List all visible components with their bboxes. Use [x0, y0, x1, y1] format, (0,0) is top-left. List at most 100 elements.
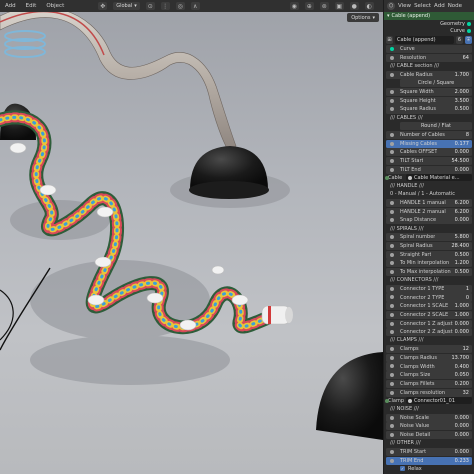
input-field[interactable]: Square Width 2.000 — [386, 87, 472, 97]
input-socket-icon[interactable] — [390, 355, 394, 360]
menu-select[interactable]: Select — [414, 3, 431, 9]
input-field[interactable]: Connector 1 SCALE 1.000 — [386, 302, 472, 311]
input-socket-icon[interactable] — [390, 449, 394, 454]
input-socket-icon[interactable] — [390, 347, 394, 352]
input-field[interactable]: Connector 2 TYPE 0 — [386, 293, 472, 302]
visibility-icon[interactable]: ◉ — [289, 2, 299, 10]
input-field[interactable]: Cable Radius 1.700 — [386, 70, 472, 79]
input-field[interactable]: TRIM End 0.233 — [386, 456, 472, 465]
snap-target-icon[interactable]: ⋮ — [160, 2, 170, 10]
input-field[interactable]: Number of Cables 8 — [386, 130, 472, 140]
menu-add[interactable]: Add — [434, 3, 445, 9]
input-socket-icon[interactable] — [390, 432, 394, 437]
geometry-socket-icon[interactable] — [467, 21, 471, 26]
gizmo-icon[interactable]: ⊕ — [304, 2, 314, 10]
input-field[interactable]: Clamps Size 0.050 — [386, 371, 472, 380]
input-socket-icon[interactable] — [390, 295, 394, 300]
input-field[interactable]: Connector 1 TYPE 1 — [386, 284, 472, 293]
input-field[interactable]: Connector 1 Z adjust 0.000 — [386, 319, 472, 328]
input-socket-icon[interactable] — [390, 107, 394, 112]
input-socket-icon[interactable] — [390, 200, 394, 205]
input-field[interactable]: Noise Scale 0.000 — [386, 413, 472, 422]
input-socket-icon[interactable] — [390, 209, 394, 214]
input-socket-icon[interactable] — [390, 218, 394, 223]
input-socket-icon[interactable] — [390, 141, 394, 146]
transform-pivot-icon[interactable]: ✥ — [98, 2, 108, 10]
input-socket-icon[interactable] — [390, 458, 394, 463]
input-socket-icon[interactable] — [390, 312, 394, 317]
input-field[interactable]: Noise Detail 0.000 — [386, 430, 472, 440]
checkbox-icon[interactable]: ✓ — [400, 466, 405, 472]
input-field[interactable]: Resolution 64 — [386, 53, 472, 62]
input-socket-icon[interactable] — [390, 424, 394, 429]
input-field[interactable]: Clamps Fillets 0.200 — [386, 379, 472, 388]
input-field[interactable]: To Max interpolation 0.500 — [386, 267, 472, 277]
input-socket-icon[interactable] — [390, 381, 394, 386]
proportional-edit-icon[interactable]: ◎ — [175, 2, 185, 10]
menu-object[interactable]: Object — [44, 3, 66, 9]
falloff-icon[interactable]: ∧ — [190, 2, 200, 10]
input-field[interactable]: Connector 2 SCALE 1.000 — [386, 310, 472, 319]
input-field[interactable]: Spiral Radius 28.400 — [386, 241, 472, 250]
node-group-name-field[interactable]: Cable (append) — [395, 35, 454, 44]
snap-icon[interactable]: ⊙ — [145, 2, 155, 10]
input-socket-icon[interactable] — [390, 390, 394, 395]
input-field[interactable]: Clamps Width 0.400 — [386, 362, 472, 371]
options-button[interactable]: Options ▾ — [347, 13, 379, 22]
input-field[interactable]: Straight Part 0.500 — [386, 250, 472, 259]
input-field[interactable]: TILT End 0.000 — [386, 165, 472, 174]
3d-viewport[interactable]: Add Edit Object ✥ Global ▾ ⊙ ⋮ ◎ ∧ ◉ ⊕ ⊚… — [0, 0, 383, 474]
input-socket-icon[interactable] — [390, 167, 394, 172]
input-socket-icon[interactable] — [390, 286, 394, 291]
relax-toggle[interactable]: ✓ Relax — [386, 465, 472, 473]
input-socket-icon[interactable] — [390, 252, 394, 257]
input-socket-icon[interactable] — [390, 235, 394, 240]
input-field[interactable]: To Min interpolation 1.200 — [386, 259, 472, 268]
fake-user-shield-icon[interactable]: ⛨ — [465, 35, 472, 44]
option-button[interactable]: Round / Flat — [400, 122, 472, 131]
input-field[interactable]: Square Radius 0.500 — [386, 105, 472, 114]
input-socket-icon[interactable] — [390, 158, 394, 163]
menu-node[interactable]: Node — [448, 3, 462, 9]
material-socket-icon[interactable] — [385, 398, 389, 403]
material-socket-icon[interactable] — [385, 175, 389, 180]
input-field[interactable]: Missing Cables 0.177 — [386, 139, 472, 148]
input-socket-icon[interactable] — [390, 330, 394, 335]
node-tree-icon[interactable]: ⊞ — [386, 35, 393, 44]
input-field[interactable]: Cables OFFSET 0.000 — [386, 148, 472, 157]
input-field[interactable]: Square Height 3.500 — [386, 96, 472, 105]
input-field[interactable]: TRIM Start 0.000 — [386, 447, 472, 456]
input-socket-icon[interactable] — [390, 364, 394, 369]
input-field[interactable]: HANDLE 2 manual 6.200 — [386, 207, 472, 216]
input-field[interactable]: Snap Distance 0.000 — [386, 216, 472, 225]
material-selector[interactable]: Connector01_01 — [406, 397, 472, 405]
input-field[interactable]: Clamps resolution 32 — [386, 388, 472, 397]
input-socket-icon[interactable] — [390, 321, 394, 326]
menu-add[interactable]: Add — [3, 3, 18, 9]
input-field[interactable]: HANDLE 1 manual 6.200 — [386, 198, 472, 208]
input-field[interactable]: Connector 2 Z adjust 0.000 — [386, 328, 472, 337]
input-socket-icon[interactable] — [390, 89, 394, 94]
input-socket-icon[interactable] — [390, 373, 394, 378]
input-field[interactable]: Spiral number 5.800 — [386, 233, 472, 242]
menu-edit[interactable]: Edit — [24, 3, 39, 9]
option-button[interactable]: Circle / Square — [400, 79, 472, 88]
xray-icon[interactable]: ▣ — [334, 2, 344, 10]
input-socket-icon[interactable] — [390, 98, 394, 103]
overlays-icon[interactable]: ⊚ — [319, 2, 329, 10]
transform-orientation-select[interactable]: Global ▾ — [113, 2, 140, 10]
shading-solid-icon[interactable]: ● — [349, 2, 359, 10]
input-field[interactable]: Noise Value 0.000 — [386, 422, 472, 431]
input-socket-icon[interactable] — [390, 72, 394, 77]
input-socket-icon[interactable] — [390, 261, 394, 266]
input-socket-icon[interactable] — [390, 132, 394, 137]
input-socket-icon[interactable] — [390, 47, 394, 51]
menu-view[interactable]: View — [398, 3, 411, 9]
input-socket-icon[interactable] — [390, 243, 394, 248]
input-socket-icon[interactable] — [390, 304, 394, 309]
node-header[interactable]: ▾ Cable (append) — [384, 12, 474, 20]
input-socket-icon[interactable] — [390, 269, 394, 274]
input-field[interactable]: Clamps 12 — [386, 345, 472, 354]
collapse-chevron-icon[interactable]: ▾ — [387, 13, 390, 19]
input-field[interactable]: Curve — [386, 45, 472, 54]
